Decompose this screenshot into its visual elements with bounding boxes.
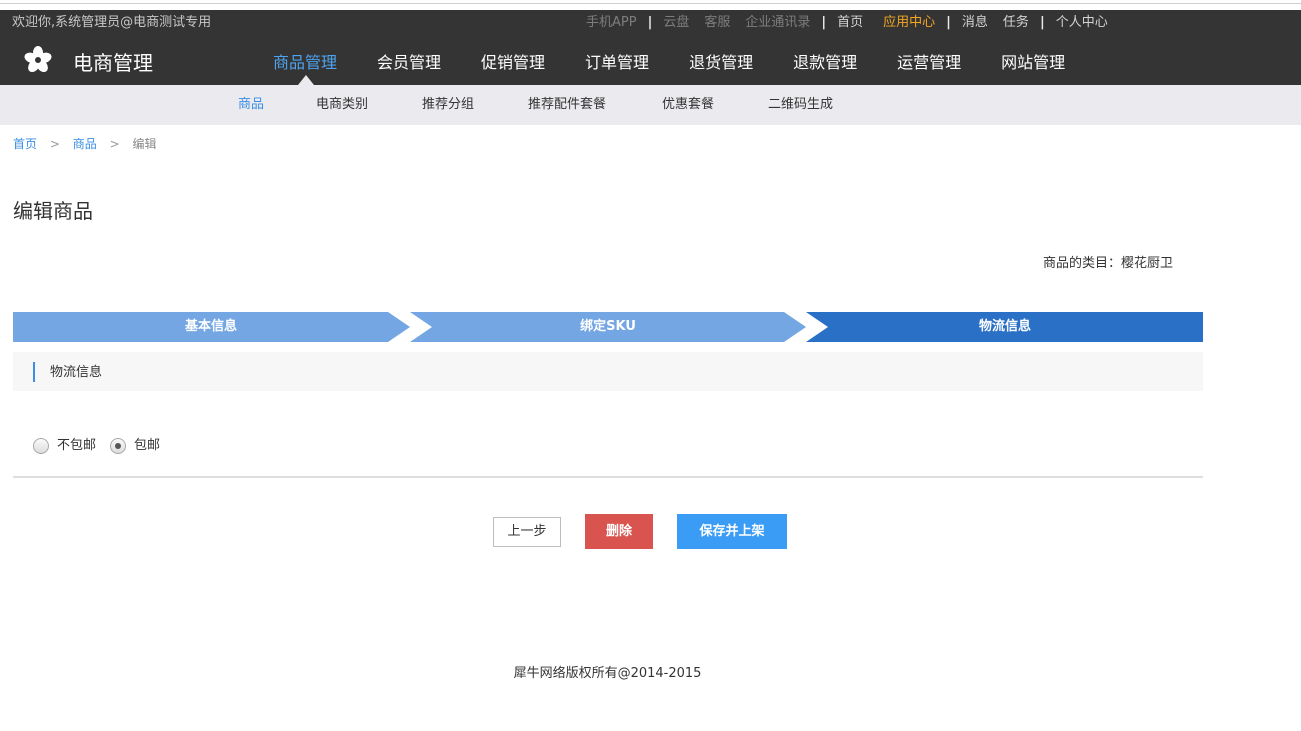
section-header: 物流信息 [13,352,1203,391]
page-title: 编辑商品 [13,199,93,223]
radio-label-free-shipping: 包邮 [134,438,161,453]
breadcrumb-separator: > [49,137,60,151]
top-link-cloud[interactable]: 云盘 [663,14,689,32]
top-link-app-center[interactable]: 应用中心 [883,14,935,32]
step-label-bind-sku: 绑定SKU [580,319,636,334]
breadcrumb-home[interactable]: 首页 [13,137,37,151]
main-nav-order[interactable]: 订单管理 [585,52,649,74]
top-link-separator: | [821,15,827,30]
top-link-tasks[interactable]: 任务 [1003,14,1029,32]
breadcrumb-current: 编辑 [132,137,157,151]
main-nav-operation[interactable]: 运营管理 [897,52,961,74]
top-link-separator: | [647,15,653,30]
subnav-item-recommend-group[interactable]: 推荐分组 [422,96,474,114]
save-and-publish-button[interactable]: 保存并上架 [677,514,787,549]
main-nav-promotion[interactable]: 促销管理 [481,52,545,74]
sub-nav: 商品 电商类别 推荐分组 推荐配件套餐 优惠套餐 二维码生成 [0,85,1301,125]
main-nav-member[interactable]: 会员管理 [377,52,441,74]
subnav-item-discount-package[interactable]: 优惠套餐 [662,96,714,114]
delete-button[interactable]: 删除 [585,514,653,549]
active-nav-caret [298,75,314,85]
section-accent-bar [33,362,35,382]
breadcrumb: 首页 > 商品 > 编辑 [13,136,156,152]
main-nav: 商品管理 会员管理 促销管理 订单管理 退货管理 退款管理 运营管理 网站管理 [273,52,1105,74]
subnav-item-product[interactable]: 商品 [238,96,264,114]
top-link-messages[interactable]: 消息 [962,14,988,32]
radio-label-no-free-shipping: 不包邮 [57,438,97,453]
section-title: 物流信息 [50,365,103,380]
subnav-item-accessory-package[interactable]: 推荐配件套餐 [528,96,606,114]
subnav-item-category[interactable]: 电商类别 [316,96,368,114]
top-link-separator: | [946,15,951,30]
top-link-personal-center[interactable]: 个人中心 [1056,14,1108,32]
radio-free-shipping[interactable]: 包邮 [110,437,160,455]
step-label-basic-info: 基本信息 [184,319,238,334]
main-nav-website[interactable]: 网站管理 [1001,52,1065,74]
top-link-service[interactable]: 客服 [704,14,730,32]
main-nav-refund[interactable]: 退款管理 [793,52,857,74]
form-divider [13,476,1203,478]
main-nav-product[interactable]: 商品管理 [273,52,337,74]
brand-title: 电商管理 [73,51,153,75]
breadcrumb-product[interactable]: 商品 [73,137,97,151]
footer-copyright: 犀牛网络版权所有@2014-2015 [513,666,702,681]
radio-circle-selected[interactable] [110,438,127,454]
subnav-item-qrcode[interactable]: 二维码生成 [768,96,833,114]
product-category-label: 商品的类目：樱花厨卫 [1043,256,1174,271]
top-links: 手机APP | 云盘 客服 企业通讯录 | 首页 应用中心 | 消息 任务 | … [586,14,1108,32]
welcome-text: 欢迎你,系统管理员@电商测试专用 [12,15,212,30]
flower-logo-icon[interactable] [22,46,54,74]
top-link-home[interactable]: 首页 [837,14,863,32]
radio-no-free-shipping[interactable]: 不包邮 [33,437,96,455]
previous-step-button[interactable]: 上一步 [493,517,561,547]
top-header-bar: 欢迎你,系统管理员@电商测试专用 手机APP | 云盘 客服 企业通讯录 | 首… [0,10,1301,85]
breadcrumb-separator: > [109,137,120,151]
browser-top-strip [0,0,1301,10]
shipping-radio-group: 不包邮 包邮 [33,437,174,455]
top-link-contacts[interactable]: 企业通讯录 [745,14,810,32]
top-link-separator: | [1039,15,1045,30]
step-progress: 基本信息 绑定SKU 物流信息 [13,312,1203,342]
main-nav-return[interactable]: 退货管理 [689,52,753,74]
step-label-logistics: 物流信息 [978,319,1032,334]
top-link-mobile-app[interactable]: 手机APP [586,14,637,32]
radio-circle[interactable] [33,438,49,454]
